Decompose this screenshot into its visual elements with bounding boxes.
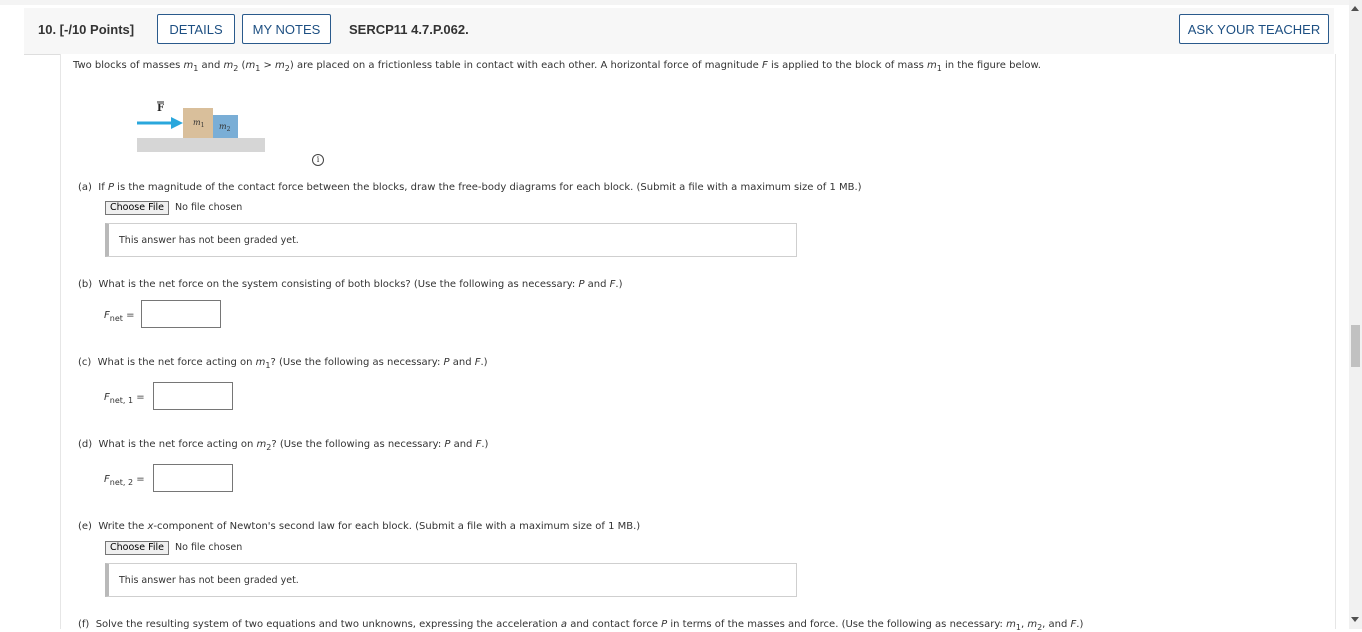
- f-net-1-label: Fnet, 1 =: [104, 392, 145, 405]
- f-net-2-input[interactable]: [153, 464, 233, 492]
- scrollbar-thumb[interactable]: [1351, 325, 1360, 367]
- force-arrow-head: [171, 117, 183, 129]
- problem-statement: Two blocks of masses m1 and m2 (m1 > m2)…: [73, 60, 1041, 73]
- ask-teacher-button[interactable]: ASK YOUR TEACHER: [1179, 14, 1329, 44]
- part-f-question: (f) Solve the resulting system of two eq…: [78, 619, 1084, 632]
- f-net-1-input[interactable]: [153, 382, 233, 410]
- my-notes-button[interactable]: MY NOTES: [242, 14, 331, 44]
- scroll-up-icon[interactable]: [1351, 6, 1359, 11]
- table-surface: [137, 138, 265, 152]
- part-a-file-status: No file chosen: [175, 202, 243, 213]
- part-b-question: (b) What is the net force on the system …: [78, 279, 623, 290]
- f-net-2-label: Fnet, 2 =: [104, 474, 145, 487]
- part-a-question: (a) If P is the magnitude of the contact…: [78, 182, 862, 193]
- page-scrollbar[interactable]: [1349, 0, 1362, 629]
- part-e-grade-status: This answer has not been graded yet.: [105, 563, 797, 597]
- question-header: 10. [-/10 Points] DETAILS MY NOTES SERCP…: [24, 8, 1334, 55]
- problem-code: SERCP11 4.7.P.062.: [349, 22, 469, 37]
- part-c-question: (c) What is the net force acting on m1? …: [78, 357, 488, 370]
- part-d-question: (d) What is the net force acting on m2? …: [78, 439, 489, 452]
- page-top-strip: [0, 0, 1349, 5]
- question-number: 10. [-/10 Points]: [38, 22, 135, 37]
- question-content: Two blocks of masses m1 and m2 (m1 > m2)…: [60, 54, 1336, 632]
- part-a-choose-file-button[interactable]: Choose File: [105, 201, 169, 215]
- f-net-input[interactable]: [141, 300, 221, 328]
- f-net-label: Fnet =: [104, 310, 135, 323]
- part-e-question: (e) Write the x-component of Newton's se…: [78, 521, 641, 532]
- part-e-choose-file-button[interactable]: Choose File: [105, 541, 169, 555]
- force-label: F: [157, 103, 164, 114]
- blocks-figure: F m1 m2: [137, 101, 265, 152]
- scroll-down-icon[interactable]: [1351, 617, 1359, 622]
- part-a-grade-status: This answer has not been graded yet.: [105, 223, 797, 257]
- details-button[interactable]: DETAILS: [157, 14, 235, 44]
- info-icon[interactable]: i: [312, 154, 324, 166]
- part-e-file-status: No file chosen: [175, 542, 243, 553]
